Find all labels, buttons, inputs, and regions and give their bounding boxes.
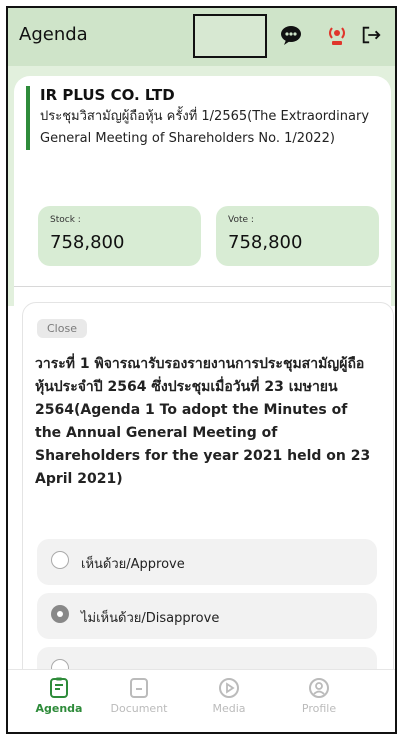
media-icon <box>219 678 239 698</box>
tab-label: Profile <box>301 702 337 715</box>
option-approve[interactable]: เห็นด้วย/Approve <box>37 539 377 585</box>
tab-document[interactable]: Document <box>104 676 174 726</box>
stock-card: Stock : 758,800 <box>38 206 201 266</box>
radio-disapprove[interactable] <box>51 605 69 623</box>
tab-label: Media <box>212 702 246 715</box>
chat-icon[interactable] <box>278 22 304 48</box>
tab-media[interactable]: Media <box>194 676 264 726</box>
company-info: IR PLUS CO. LTD ประชุมวิสามัญผู้ถือหุ้น … <box>26 86 380 150</box>
radio-approve[interactable] <box>51 551 69 569</box>
meeting-title: ประชุมวิสามัญผู้ถือหุ้น ครั้งที่ 1/2565(… <box>40 109 370 146</box>
page-title: Agenda <box>19 24 88 45</box>
agenda-icon <box>50 677 68 698</box>
vote-label: Vote : <box>228 215 254 225</box>
option-disapprove[interactable]: ไม่เห็นด้วย/Disapprove <box>37 593 377 639</box>
app-header: Agenda <box>8 8 395 67</box>
tab-agenda[interactable]: Agenda <box>24 676 94 726</box>
vote-value: 758,800 <box>228 232 303 253</box>
app-frame: Agenda IR PLUS CO. LTD ประชุมวิสามัญผู้ถ… <box>6 6 397 734</box>
status-badge: Close <box>37 319 87 338</box>
divider <box>14 286 391 287</box>
tab-profile[interactable]: Profile <box>284 676 354 726</box>
redacted-area <box>193 14 267 58</box>
company-name: IR PLUS CO. LTD <box>40 86 175 104</box>
live-icon[interactable] <box>324 22 350 48</box>
tab-label: Document <box>110 702 168 715</box>
document-icon <box>130 678 148 698</box>
option-label: ไม่เห็นด้วย/Disapprove <box>81 611 220 626</box>
option-label: เห็นด้วย/Approve <box>81 557 185 572</box>
tab-label: Agenda <box>35 702 83 715</box>
bottom-tab-bar: Agenda Document Media Profile <box>8 669 395 732</box>
agenda-card: Close วาระที่ 1 พิจารณารับรองรายงานการปร… <box>22 302 394 724</box>
agenda-text: วาระที่ 1 พิจารณารับรองรายงานการประชุมสา… <box>35 356 371 487</box>
stock-label: Stock : <box>50 215 81 225</box>
vote-card: Vote : 758,800 <box>216 206 379 266</box>
logout-icon[interactable] <box>358 22 384 48</box>
profile-icon <box>309 678 329 698</box>
stock-value: 758,800 <box>50 232 125 253</box>
